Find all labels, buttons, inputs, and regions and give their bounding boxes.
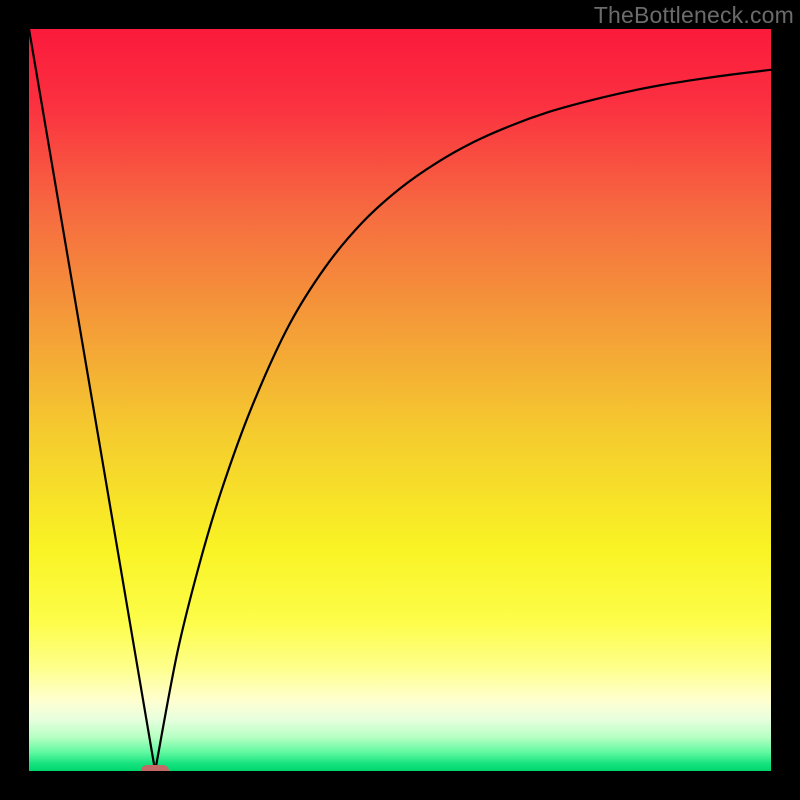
minimum-marker — [141, 765, 169, 771]
right-curve-line — [155, 70, 771, 771]
plot-area — [29, 29, 771, 771]
chart-frame: TheBottleneck.com — [0, 0, 800, 800]
left-leg-line — [29, 29, 155, 771]
chart-lines — [29, 29, 771, 771]
watermark-label: TheBottleneck.com — [594, 2, 794, 29]
